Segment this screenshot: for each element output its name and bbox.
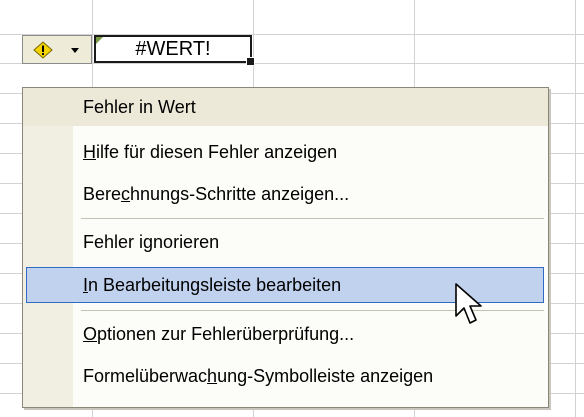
menu-item-text: ung-Symbolleiste anzeigen <box>217 366 434 386</box>
fill-handle[interactable] <box>246 57 255 66</box>
chevron-down-icon <box>71 48 79 53</box>
menu-item-accelerator: O <box>83 324 98 344</box>
active-cell[interactable]: #WERT! <box>94 35 255 66</box>
menu-item-error-help[interactable]: Hilfe für diesen Fehler anzeigen <box>83 142 337 163</box>
menu-gutter <box>23 88 73 407</box>
menu-item-text: norieren <box>153 232 220 252</box>
menu-item-accelerator: h <box>207 366 218 386</box>
menu-item-show-formula-auditing-toolbar[interactable]: Formelüberwachung-Symbolleiste anzeigen <box>83 366 433 387</box>
warning-icon <box>33 41 53 59</box>
menu-item-accelerator: g <box>143 232 154 252</box>
menu-item-accelerator: H <box>83 142 96 162</box>
menu-item-text: Fehler i <box>83 232 144 252</box>
menu-item-text: Formelüberwac <box>83 366 208 386</box>
menu-item-error-checking-options[interactable]: Optionen zur Fehlerüberprüfung... <box>83 324 354 345</box>
menu-item-accelerator: c <box>121 184 131 204</box>
menu-item-ignore-error[interactable]: Fehler ignorieren <box>83 232 219 253</box>
error-options-menu: Fehler in Wert Hilfe für diesen Fehler a… <box>22 87 549 408</box>
error-smart-tag-button[interactable] <box>22 35 92 64</box>
menu-item-text: Bere <box>83 184 122 204</box>
error-indicator-triangle <box>96 37 103 44</box>
menu-item-text: n Bearbeitungsleiste bearbeiten <box>88 275 342 295</box>
menu-item-text: hnungs-Schritte anzeigen... <box>130 184 350 204</box>
menu-item-text: ilfe für diesen Fehler anzeigen <box>96 142 338 162</box>
mouse-pointer-icon <box>455 283 482 324</box>
menu-item-show-calculation-steps[interactable]: Berechnungs-Schritte anzeigen... <box>83 184 349 205</box>
menu-header-label: Fehler in Wert <box>83 97 196 117</box>
menu-item-edit-in-formula-bar[interactable]: In Bearbeitungsleiste bearbeiten <box>83 275 341 296</box>
menu-separator <box>81 218 544 219</box>
menu-item-text: ptionen zur Fehlerüberprüfung... <box>97 324 355 344</box>
cell-value: #WERT! <box>135 37 211 60</box>
